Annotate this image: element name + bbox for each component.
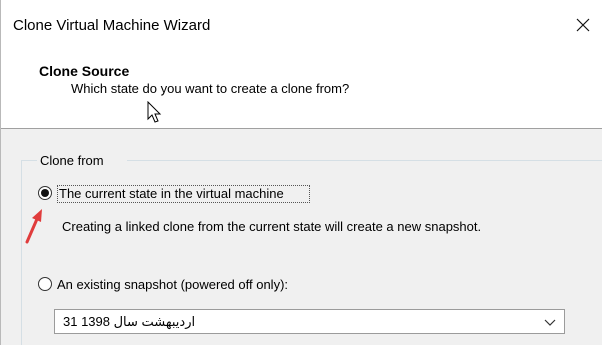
snapshot-select-value: 31 1398 اردیبهشت سال bbox=[63, 314, 196, 329]
radio-existing-snapshot[interactable] bbox=[38, 277, 52, 291]
chevron-down-icon bbox=[544, 319, 556, 326]
close-icon bbox=[576, 18, 590, 32]
radio-current-state-label[interactable]: The current state in the virtual machine bbox=[59, 186, 284, 201]
page-subtitle: Which state do you want to create a clon… bbox=[71, 81, 350, 96]
red-annotation-arrow-icon bbox=[25, 209, 42, 244]
snapshot-select[interactable]: 31 1398 اردیبهشت سال bbox=[54, 309, 565, 334]
groupbox-border bbox=[21, 160, 37, 161]
title-bar: Clone Virtual Machine Wizard bbox=[1, 0, 602, 46]
current-state-description: Creating a linked clone from the current… bbox=[62, 219, 482, 234]
radio-existing-snapshot-label[interactable]: An existing snapshot (powered off only): bbox=[57, 277, 288, 292]
mouse-pointer-icon bbox=[147, 101, 162, 123]
wizard-header: Clone Source Which state do you want to … bbox=[1, 46, 602, 100]
radio-current-state[interactable] bbox=[38, 186, 52, 200]
window-title: Clone Virtual Machine Wizard bbox=[13, 17, 211, 34]
groupbox-legend: Clone from bbox=[40, 153, 107, 168]
page-title: Clone Source bbox=[39, 63, 130, 79]
groupbox-border bbox=[21, 160, 22, 345]
groupbox-border bbox=[127, 160, 602, 161]
close-button[interactable] bbox=[563, 8, 602, 42]
clone-wizard-window: Clone Virtual Machine Wizard Clone Sourc… bbox=[0, 0, 602, 345]
